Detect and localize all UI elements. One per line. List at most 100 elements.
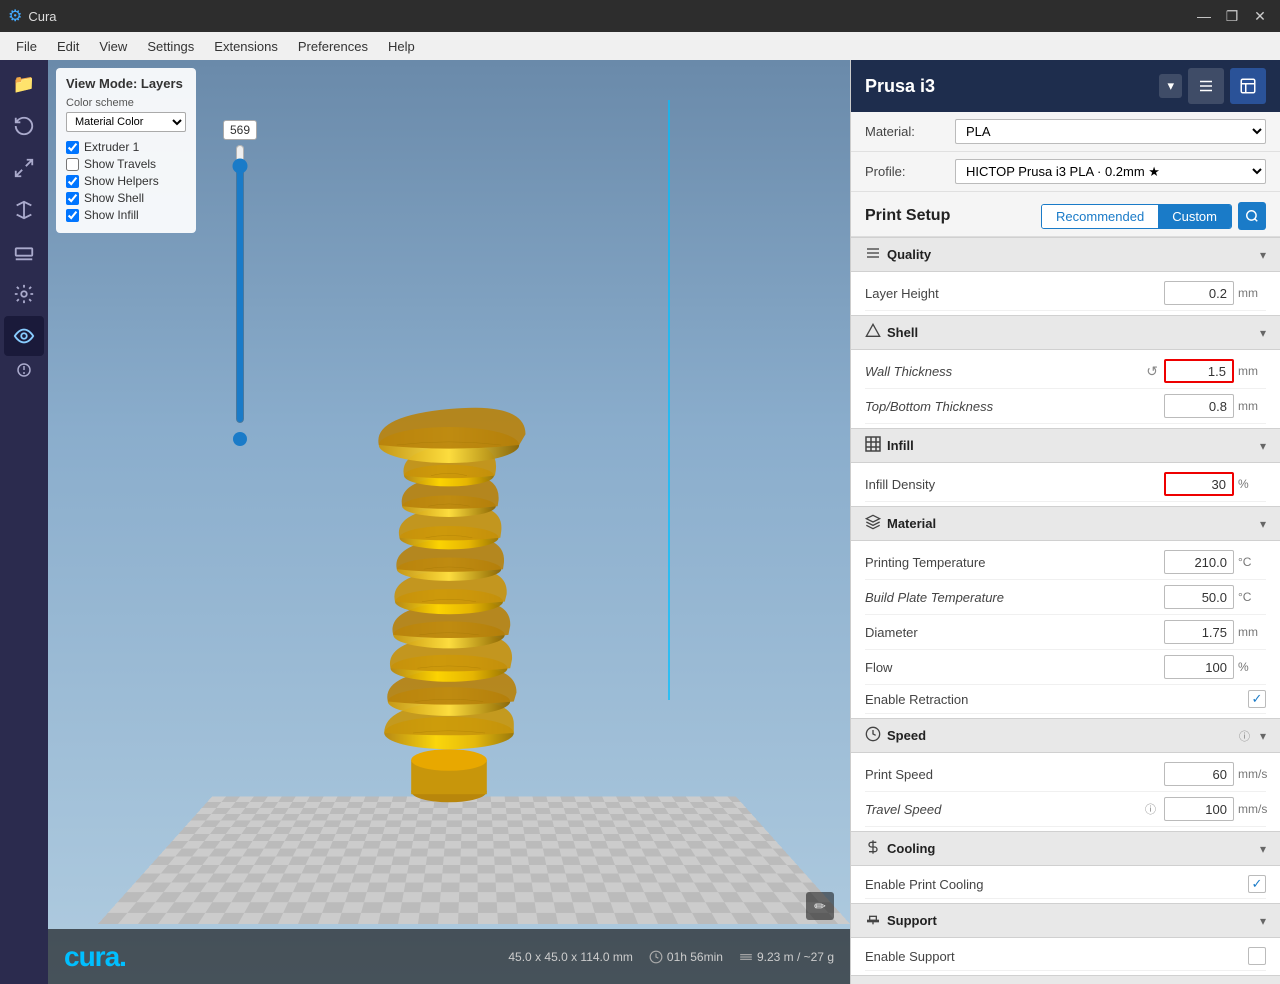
flow-unit: % <box>1238 660 1266 674</box>
enable-retraction-label: Enable Retraction <box>865 692 1248 707</box>
show-infill-checkbox[interactable] <box>66 209 79 222</box>
toolbar-settings[interactable] <box>4 274 44 314</box>
material-section-header[interactable]: Material ▾ <box>851 506 1280 541</box>
color-scheme-label: Color scheme <box>66 97 186 109</box>
layer-slider-bottom-handle <box>233 432 247 446</box>
build-plate-temp-input[interactable] <box>1164 585 1234 609</box>
support-chevron: ▾ <box>1260 914 1266 928</box>
support-section-header[interactable]: Support ▾ <box>851 903 1280 938</box>
speed-info-icon[interactable]: ⓘ <box>1239 728 1250 744</box>
toolbar-view-mode[interactable] <box>4 316 44 356</box>
infill-density-label: Infill Density <box>865 477 1164 492</box>
cura-logo: cura. <box>64 941 126 973</box>
wall-thickness-input[interactable] <box>1164 359 1234 383</box>
infill-icon <box>865 436 881 455</box>
infill-density-unit: % <box>1238 477 1266 491</box>
print-speed-input[interactable] <box>1164 762 1234 786</box>
menu-bar: File Edit View Settings Extensions Prefe… <box>0 32 1280 60</box>
speed-chevron: ▾ <box>1260 729 1266 743</box>
checkbox-show-infill: Show Infill <box>66 208 186 222</box>
travel-speed-info-icon[interactable]: ⓘ <box>1145 801 1156 817</box>
menu-preferences[interactable]: Preferences <box>290 37 376 56</box>
toolbar-mirror[interactable] <box>4 190 44 230</box>
shell-content: Wall Thickness ↺ mm Top/Bottom Thickness… <box>851 350 1280 428</box>
build-plate-section-header[interactable]: Build Plate Adhesion ▾ <box>851 975 1280 984</box>
cooling-section-header[interactable]: Cooling ▾ <box>851 831 1280 866</box>
color-scheme-select[interactable]: Material Color <box>66 112 186 132</box>
enable-retraction-checkbox[interactable] <box>1248 690 1266 708</box>
menu-extensions[interactable]: Extensions <box>206 37 286 56</box>
toolbar-scale[interactable] <box>4 148 44 188</box>
grid-line <box>668 100 670 700</box>
layer-slider[interactable] <box>232 144 248 424</box>
tab-recommended[interactable]: Recommended <box>1042 205 1158 228</box>
quality-section-header[interactable]: Quality ▾ <box>851 237 1280 272</box>
printing-temp-row: Printing Temperature °C <box>865 545 1266 580</box>
toolbar-rotate[interactable] <box>4 106 44 146</box>
printer-view-icon[interactable] <box>1230 68 1266 104</box>
material-label: Material: <box>865 124 945 139</box>
close-button[interactable]: ✕ <box>1248 4 1272 28</box>
travel-speed-input[interactable] <box>1164 797 1234 821</box>
flow-input[interactable] <box>1164 655 1234 679</box>
cooling-content: Enable Print Cooling <box>851 866 1280 903</box>
toolbar-open-file[interactable]: 📁 <box>4 64 44 104</box>
diameter-unit: mm <box>1238 625 1266 639</box>
material-content: Printing Temperature °C Build Plate Temp… <box>851 541 1280 718</box>
speed-title: Speed <box>887 728 926 743</box>
enable-support-checkbox[interactable] <box>1248 947 1266 965</box>
print-time: 01h 56min <box>649 950 723 964</box>
menu-settings[interactable]: Settings <box>139 37 202 56</box>
checkbox-show-travels: Show Travels <box>66 157 186 171</box>
quality-icon <box>865 245 881 264</box>
shell-chevron: ▾ <box>1260 326 1266 340</box>
speed-icon <box>865 726 881 745</box>
print-speed-unit: mm/s <box>1238 767 1266 781</box>
printing-temp-input[interactable] <box>1164 550 1234 574</box>
wall-thickness-unit: mm <box>1238 364 1266 378</box>
printer-settings-icon[interactable] <box>1188 68 1224 104</box>
material-select[interactable]: PLA <box>955 119 1266 144</box>
layer-height-row: Layer Height mm <box>865 276 1266 311</box>
material-section-title: Material <box>887 516 936 531</box>
viewport-stats: 45.0 x 45.0 x 114.0 mm 01h 56min 9.23 m … <box>508 950 834 964</box>
menu-file[interactable]: File <box>8 37 45 56</box>
menu-help[interactable]: Help <box>380 37 423 56</box>
maximize-button[interactable]: ❐ <box>1220 4 1244 28</box>
printer-dropdown-button[interactable]: ▾ <box>1159 74 1182 98</box>
minimize-button[interactable]: — <box>1192 4 1216 28</box>
toolbar-lay-flat[interactable] <box>4 232 44 272</box>
shell-section-header[interactable]: Shell ▾ <box>851 315 1280 350</box>
support-content: Enable Support <box>851 938 1280 975</box>
checkbox-show-shell: Show Shell <box>66 191 186 205</box>
title-bar: ⚙ Cura — ❐ ✕ <box>0 0 1280 32</box>
menu-edit[interactable]: Edit <box>49 37 87 56</box>
tab-custom[interactable]: Custom <box>1158 205 1231 228</box>
quality-title: Quality <box>887 247 931 262</box>
quality-content: Layer Height mm <box>851 272 1280 315</box>
extruder1-checkbox[interactable] <box>66 141 79 154</box>
show-shell-checkbox[interactable] <box>66 192 79 205</box>
top-bottom-unit: mm <box>1238 399 1266 413</box>
profile-select[interactable]: HICTOP Prusa i3 PLA · 0.2mm ★ <box>955 159 1266 184</box>
viewport-edit-button[interactable]: ✏ <box>806 892 834 920</box>
infill-section-header[interactable]: Infill ▾ <box>851 428 1280 463</box>
speed-section-header[interactable]: Speed ⓘ ▾ <box>851 718 1280 753</box>
layer-height-input[interactable] <box>1164 281 1234 305</box>
wall-thickness-reset[interactable]: ↺ <box>1146 363 1158 380</box>
flow-row: Flow % <box>865 650 1266 685</box>
top-bottom-input[interactable] <box>1164 394 1234 418</box>
travel-speed-label: Travel Speed <box>865 802 1145 817</box>
show-travels-checkbox[interactable] <box>66 158 79 171</box>
infill-density-input[interactable] <box>1164 472 1234 496</box>
printing-temp-unit: °C <box>1238 555 1266 569</box>
cooling-title: Cooling <box>887 841 935 856</box>
enable-print-cooling-checkbox[interactable] <box>1248 875 1266 893</box>
3d-model <box>349 244 549 844</box>
wall-thickness-row: Wall Thickness ↺ mm <box>865 354 1266 389</box>
material-row: Material: PLA <box>851 112 1280 152</box>
search-button[interactable] <box>1238 202 1266 230</box>
menu-view[interactable]: View <box>91 37 135 56</box>
diameter-input[interactable] <box>1164 620 1234 644</box>
show-helpers-checkbox[interactable] <box>66 175 79 188</box>
